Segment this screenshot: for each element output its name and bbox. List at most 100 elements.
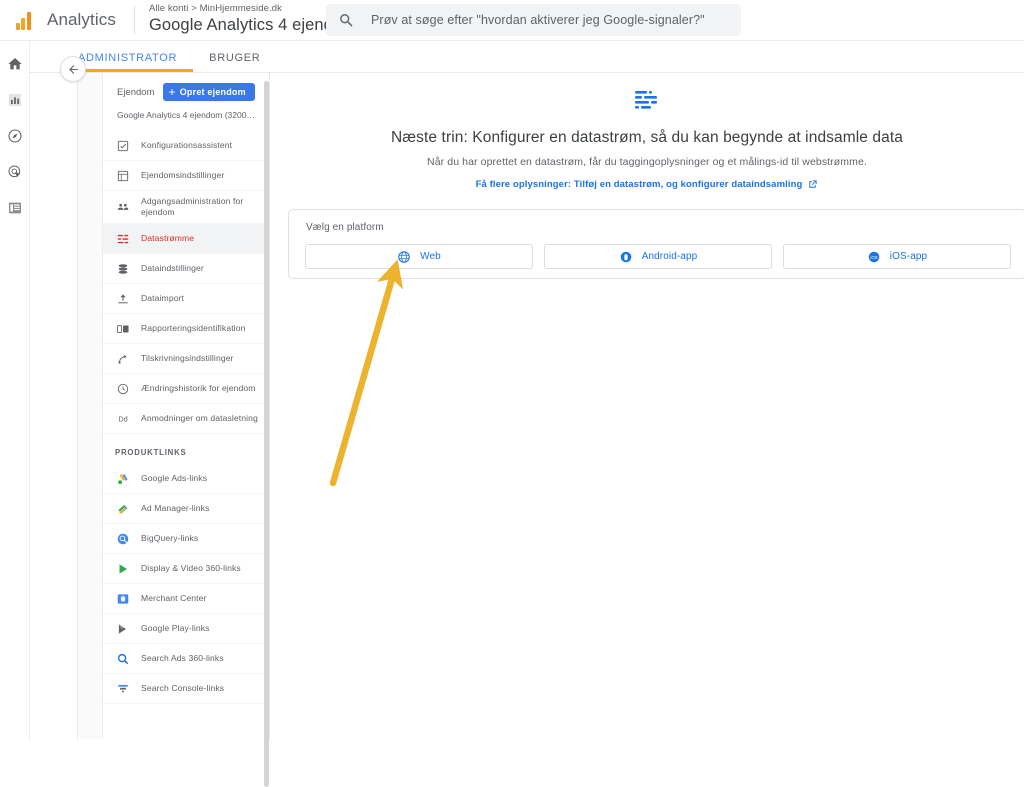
database-icon xyxy=(115,261,131,277)
svg-text:Dd: Dd xyxy=(118,414,127,423)
property-header: Ejendom + Opret ejendom Google Analytics… xyxy=(103,73,269,127)
ad-manager-icon xyxy=(115,501,131,517)
rail-item-explore[interactable] xyxy=(4,125,26,147)
platform-card: Vælg en platform Web Android-app iOS iOS… xyxy=(288,209,1024,279)
platform-button-web[interactable]: Web xyxy=(305,244,533,269)
sidebar-scrollbar[interactable] xyxy=(264,81,269,787)
sidebar-item-dataimport[interactable]: Dataimport xyxy=(103,284,269,314)
merchant-center-icon xyxy=(115,591,131,607)
platform-card-title: Vælg en platform xyxy=(306,222,384,233)
sidebar-item-dataindstillinger[interactable]: Dataindstillinger xyxy=(103,254,269,284)
external-link-icon xyxy=(809,180,818,188)
sidebar-item-google-play-links[interactable]: Google Play-links xyxy=(103,614,269,644)
sidebar-item-display-video-360-links[interactable]: Display & Video 360-links xyxy=(103,554,269,584)
sidebar-item-label: Google Ads-links xyxy=(141,473,208,483)
sidebar-item-anmodninger-datasletning[interactable]: Dd Anmodninger om datasletning xyxy=(103,404,269,434)
sidebar-item-label: Ændringshistorik for ejendom xyxy=(141,383,256,393)
advertising-icon xyxy=(7,165,20,178)
data-streams-icon xyxy=(115,231,131,247)
sidebar-item-ejendomsindstillinger[interactable]: Ejendomsindstillinger xyxy=(103,161,269,191)
sidebar-item-label: Ejendomsindstillinger xyxy=(141,170,225,180)
platform-button-android[interactable]: Android-app xyxy=(544,244,772,269)
rail-item-home[interactable] xyxy=(4,53,26,75)
bigquery-icon xyxy=(115,531,131,547)
android-icon xyxy=(620,251,631,262)
search-icon xyxy=(340,13,353,27)
property-label: Ejendom xyxy=(117,86,155,98)
sidebar-item-label: Datastrømme xyxy=(141,233,195,243)
sidebar-item-adgangsadministration[interactable]: Adgangsadministration for ejendom xyxy=(103,191,269,224)
arrow-left-icon xyxy=(68,64,78,74)
admin-menu: Konfigurationsassistent Ejendomsindstill… xyxy=(103,127,269,704)
globe-icon xyxy=(398,250,410,263)
svg-text:iOS: iOS xyxy=(870,254,877,259)
learn-more-link[interactable]: Få flere oplysninger: Tilføj en datastrø… xyxy=(476,179,819,190)
create-property-button[interactable]: + Opret ejendom xyxy=(162,83,255,101)
google-ads-icon xyxy=(115,471,131,487)
plus-icon: + xyxy=(168,84,176,99)
display-video-360-icon xyxy=(115,561,131,577)
sidebar-item-label: Anmodninger om datasletning xyxy=(141,413,258,423)
section-header-produktlinks: PRODUKTLINKS xyxy=(115,448,187,457)
sidebar-item-merchant-center[interactable]: Merchant Center xyxy=(103,584,269,614)
sidebar-item-search-console-links[interactable]: Search Console-links xyxy=(103,674,269,704)
sidebar-item-rapporteringsidentifikation[interactable]: Rapporteringsidentifikation xyxy=(103,314,269,344)
platform-button-ios[interactable]: iOS iOS-app xyxy=(783,244,1011,269)
upload-icon xyxy=(115,291,131,307)
sidebar-item-label: Google Play-links xyxy=(141,623,210,633)
data-streams-large-icon xyxy=(270,89,1024,115)
sidebar-item-label: Search Ads 360-links xyxy=(141,653,224,663)
sidebar-item-label: Tilskrivningsindstillinger xyxy=(141,353,234,363)
selected-property-name[interactable]: Google Analytics 4 ejendom (32004213… xyxy=(117,110,259,127)
rail-item-advertising[interactable] xyxy=(4,161,26,183)
people-icon xyxy=(115,199,131,215)
home-icon xyxy=(7,58,22,70)
create-property-label: Opret ejendom xyxy=(179,87,246,97)
collapse-sidebar-button[interactable] xyxy=(60,56,86,82)
attribution-icon xyxy=(115,351,131,367)
main-content: Næste trin: Konfigurer en datastrøm, så … xyxy=(270,73,1024,739)
hero-title: Næste trin: Konfigurer en datastrøm, så … xyxy=(391,129,903,146)
search-ads-360-icon xyxy=(115,651,131,667)
tab-bruger[interactable]: BRUGER xyxy=(193,52,276,72)
dd-text-icon: Dd xyxy=(115,411,131,427)
checklist-icon xyxy=(115,138,131,154)
admin-sidebar: Ejendom + Opret ejendom Google Analytics… xyxy=(103,73,270,739)
configure-library-icon xyxy=(8,202,21,214)
sidebar-item-label: Display & Video 360-links xyxy=(141,563,241,573)
sidebar-item-konfigurationsassistent[interactable]: Konfigurationsassistent xyxy=(103,131,269,161)
search-input[interactable] xyxy=(369,12,729,28)
sidebar-item-datastromme[interactable]: Datastrømme xyxy=(103,224,269,254)
property-window-icon xyxy=(115,168,131,184)
sidebar-item-label: BigQuery-links xyxy=(141,533,199,543)
top-bar: Analytics Alle konti > MinHjemmeside.dk … xyxy=(0,0,1024,41)
search-console-icon xyxy=(115,681,131,697)
platform-buttons: Web Android-app iOS iOS-app xyxy=(289,233,1024,269)
sidebar-item-aendringshistorik[interactable]: Ændringshistorik for ejendom xyxy=(103,374,269,404)
reports-bar-chart-icon xyxy=(8,94,21,106)
sidebar-item-tilskrivningsindstillinger[interactable]: Tilskrivningsindstillinger xyxy=(103,344,269,374)
analytics-bars-icon xyxy=(8,10,38,30)
hero-subtitle: Når du har oprettet en datastrøm, får du… xyxy=(427,156,867,168)
sidebar-gutter xyxy=(30,73,78,739)
sidebar-item-google-ads-links[interactable]: Google Ads-links xyxy=(103,464,269,494)
sidebar-item-search-ads-360-links[interactable]: Search Ads 360-links xyxy=(103,644,269,674)
learn-more-link-label: Få flere oplysninger: Tilføj en datastrø… xyxy=(475,179,803,190)
brand-title: Analytics xyxy=(47,10,116,29)
rail-item-configure[interactable] xyxy=(4,197,26,219)
sidebar-item-ad-manager-links[interactable]: Ad Manager-links xyxy=(103,494,269,524)
sidebar-item-label: Adgangsadministration for ejendom xyxy=(141,196,244,217)
search-box[interactable] xyxy=(326,4,741,36)
header-divider xyxy=(133,6,135,34)
sidebar-item-label: Ad Manager-links xyxy=(141,503,210,513)
sidebar-item-bigquery-links[interactable]: BigQuery-links xyxy=(103,524,269,554)
sidebar-item-label: Dataindstillinger xyxy=(141,263,204,273)
admin-body: Ejendom + Opret ejendom Google Analytics… xyxy=(30,73,1024,787)
rail-item-reports[interactable] xyxy=(4,89,26,111)
nav-rail xyxy=(0,41,30,739)
hero-block: Næste trin: Konfigurer en datastrøm, så … xyxy=(270,73,1024,192)
reporting-identity-icon xyxy=(115,321,131,337)
explore-icon xyxy=(7,129,22,143)
platform-button-label: iOS-app xyxy=(889,251,928,262)
admin-tabs: ADMINISTRATOR BRUGER xyxy=(30,41,1024,73)
